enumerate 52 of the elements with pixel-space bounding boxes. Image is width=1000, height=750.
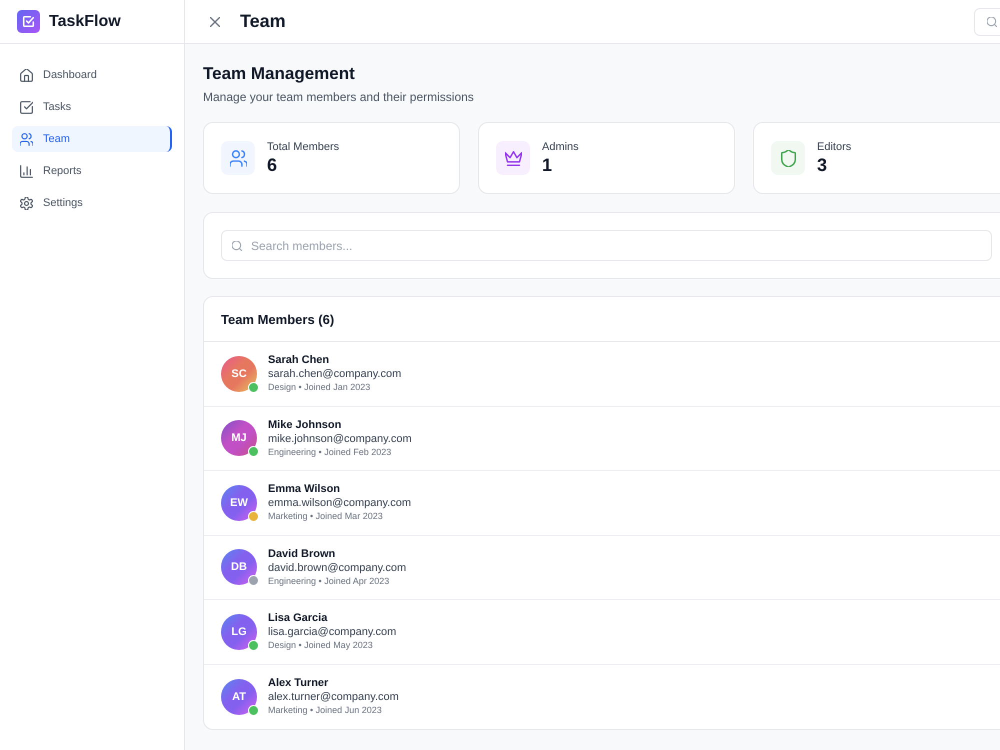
member-name: Alex Turner	[268, 676, 330, 690]
search-field[interactable]: Search members...	[221, 230, 992, 261]
nav-item[interactable]: Settings	[12, 190, 172, 216]
members-title: Team Members (6)	[221, 312, 334, 326]
member-details: Marketing • Joined Jun 2023	[268, 704, 383, 718]
avatar: DB	[221, 549, 257, 586]
member-details: Engineering • Joined Apr 2023	[268, 574, 390, 588]
users-icon	[20, 132, 33, 146]
brand-name: TaskFlow	[49, 12, 121, 30]
house-icon	[20, 68, 33, 82]
page-title: Team	[240, 11, 286, 32]
member-details: Engineering • Joined Feb 2023	[268, 446, 392, 459]
avatar: EW	[221, 484, 257, 521]
search-icon	[987, 16, 997, 26]
logo-checkbox-icon	[17, 10, 40, 33]
member-email: lisa.garcia@company.com	[268, 625, 396, 640]
member-details: Marketing • Joined Mar 2023	[268, 510, 384, 524]
nav-item[interactable]: Tasks	[12, 94, 172, 120]
search-button[interactable]	[974, 8, 1000, 36]
bar-chart-icon	[20, 164, 33, 178]
member-email: emma.wilson@company.com	[268, 496, 412, 510]
nav-item[interactable]: Team	[12, 126, 172, 152]
checkbox-icon	[20, 100, 33, 114]
nav-item[interactable]: Reports	[12, 158, 172, 184]
avatar: LG	[221, 614, 257, 650]
member-details: Design • Joined Jan 2023	[268, 381, 372, 394]
member-email: mike.johnson@company.com	[268, 432, 412, 446]
member-email: alex.turner@company.com	[268, 690, 399, 704]
search-icon	[232, 240, 242, 250]
stat-value: 3	[817, 154, 828, 176]
settings-icon	[20, 196, 33, 210]
stat-label: Editors	[817, 140, 852, 154]
stat-label: Total Members	[267, 140, 340, 154]
stat-label: Admins	[542, 140, 579, 154]
nav-item[interactable]: Dashboard	[12, 62, 172, 88]
section-subtitle: Manage your team members and their permissions	[203, 89, 475, 105]
section-title: Team Management	[203, 63, 356, 85]
member-name: David Brown	[268, 546, 336, 561]
close-button[interactable]	[209, 16, 221, 28]
member-name: Sarah Chen	[268, 353, 330, 368]
stat-value: 1	[542, 154, 554, 176]
avatar: SC	[221, 356, 257, 392]
member-email: sarah.chen@company.com	[268, 367, 402, 382]
member-name: Mike Johnson	[268, 418, 342, 432]
close-icon	[210, 16, 220, 26]
avatar: AT	[221, 678, 257, 715]
member-name: Emma Wilson	[268, 482, 342, 496]
member-name: Lisa Garcia	[268, 611, 328, 626]
stat-value: 6	[267, 154, 278, 176]
avatar: MJ	[221, 420, 257, 456]
member-email: david.brown@company.com	[268, 560, 406, 575]
member-details: Design • Joined May 2023	[268, 639, 374, 652]
